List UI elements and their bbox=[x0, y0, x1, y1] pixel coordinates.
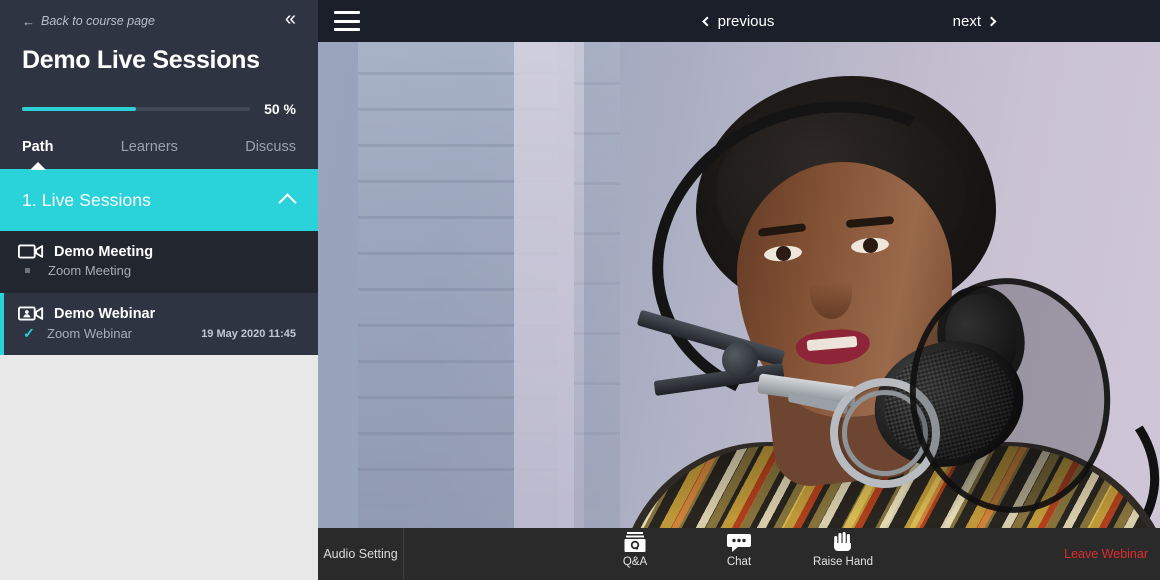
left-arrow-icon: ← bbox=[22, 14, 35, 29]
item-title-row: Demo Webinar bbox=[18, 305, 306, 322]
sidebar-topbar: ← Back to course page « bbox=[22, 0, 296, 42]
qa-label: Q&A bbox=[623, 556, 647, 568]
raise-hand-label: Raise Hand bbox=[813, 556, 873, 568]
chat-bubble-icon bbox=[726, 531, 752, 554]
hamburger-line bbox=[334, 20, 360, 23]
progress-label: 50 % bbox=[264, 101, 296, 117]
qa-icon bbox=[623, 531, 647, 554]
item-subtitle: Zoom Webinar bbox=[47, 326, 132, 341]
item-name: Demo Meeting bbox=[54, 244, 153, 260]
hamburger-icon[interactable] bbox=[334, 11, 360, 31]
item-name: Demo Webinar bbox=[54, 306, 155, 322]
toolbar-actions: Q&A Chat bbox=[318, 531, 1160, 568]
leave-webinar-button[interactable]: Leave Webinar bbox=[1064, 547, 1148, 561]
completed-check-icon: ✓ bbox=[21, 325, 37, 342]
section-header-live-sessions[interactable]: 1. Live Sessions bbox=[0, 169, 318, 231]
progress-fill bbox=[22, 107, 136, 111]
item-subtitle-row: ✓ Zoom Webinar 19 May 2020 11:45 bbox=[18, 325, 306, 342]
course-sidebar: ← Back to course page « Demo Live Sessio… bbox=[0, 0, 318, 580]
live-session-page: ← Back to course page « Demo Live Sessio… bbox=[0, 0, 1160, 580]
sidebar-tabs: Path Learners Discuss bbox=[22, 117, 296, 169]
back-to-course-link[interactable]: ← Back to course page bbox=[22, 14, 155, 29]
webinar-video-stage[interactable] bbox=[318, 42, 1160, 528]
next-label: next bbox=[953, 13, 981, 30]
tab-learners[interactable]: Learners bbox=[121, 139, 178, 169]
top-navigation-bar: previous next bbox=[318, 0, 1160, 42]
sidebar-empty-area bbox=[0, 355, 318, 580]
collapse-sidebar-icon[interactable]: « bbox=[283, 7, 296, 35]
window-blind-right bbox=[574, 42, 620, 528]
video-camera-icon bbox=[18, 243, 44, 260]
section-title: 1. Live Sessions bbox=[22, 190, 151, 211]
previous-label: previous bbox=[718, 13, 775, 30]
tab-discuss[interactable]: Discuss bbox=[245, 139, 296, 169]
mic-boom-joint bbox=[722, 342, 758, 378]
chat-button[interactable]: Chat bbox=[706, 531, 772, 568]
session-main: previous next bbox=[318, 0, 1160, 580]
presenter-video-frame bbox=[318, 42, 1160, 528]
hamburger-line bbox=[334, 28, 360, 31]
chevron-right-icon bbox=[987, 16, 997, 26]
raise-hand-button[interactable]: Raise Hand bbox=[810, 531, 876, 568]
qa-button[interactable]: Q&A bbox=[602, 531, 668, 568]
chat-label: Chat bbox=[727, 556, 751, 568]
video-camera-person-icon bbox=[18, 305, 44, 322]
item-title-row: Demo Meeting bbox=[18, 243, 306, 260]
chevron-up-icon[interactable] bbox=[278, 193, 296, 211]
course-title: Demo Live Sessions bbox=[22, 42, 296, 75]
item-datetime: 19 May 2020 11:45 bbox=[201, 328, 306, 340]
tab-path[interactable]: Path bbox=[22, 139, 53, 169]
status-dot-icon bbox=[25, 268, 30, 273]
list-item-demo-webinar[interactable]: Demo Webinar ✓ Zoom Webinar 19 May 2020 … bbox=[0, 293, 318, 355]
next-button[interactable]: next bbox=[953, 13, 995, 30]
hamburger-line bbox=[334, 11, 360, 14]
previous-button[interactable]: previous bbox=[704, 13, 775, 30]
course-progress: 50 % bbox=[22, 75, 296, 117]
list-item-demo-meeting[interactable]: Demo Meeting Zoom Meeting bbox=[0, 231, 318, 293]
sidebar-header: ← Back to course page « Demo Live Sessio… bbox=[0, 0, 318, 169]
item-subtitle: Zoom Meeting bbox=[48, 263, 131, 278]
back-to-course-label: Back to course page bbox=[41, 14, 155, 28]
item-subtitle-row: Zoom Meeting bbox=[18, 263, 306, 278]
progress-track bbox=[22, 107, 250, 111]
chevron-left-icon bbox=[702, 16, 712, 26]
raised-hand-icon bbox=[831, 531, 855, 554]
webinar-toolbar: Audio Setting Q&A bbox=[318, 528, 1160, 580]
